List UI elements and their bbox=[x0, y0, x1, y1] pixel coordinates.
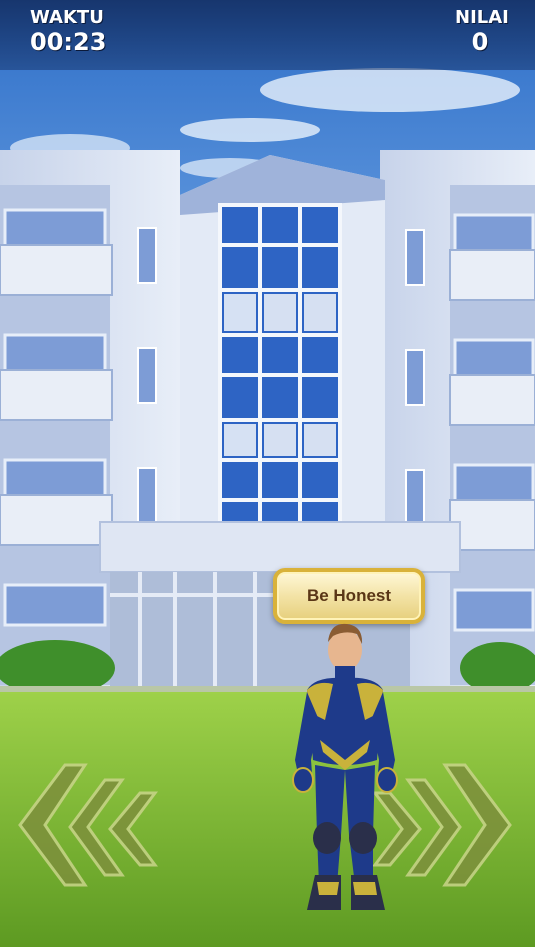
score-value: 0 bbox=[471, 28, 489, 56]
score-label: NILAI bbox=[455, 7, 509, 28]
timer-value: 00:23 bbox=[30, 28, 107, 56]
hero-character bbox=[292, 623, 398, 910]
timer: WAKTU 00:23 bbox=[30, 7, 107, 57]
hud-bar: WAKTU 00:23 NILAI 0 bbox=[0, 0, 535, 70]
timer-label: WAKTU bbox=[30, 7, 104, 28]
be-honest-button[interactable]: Be Honest bbox=[273, 568, 425, 624]
score: NILAI 0 bbox=[455, 7, 509, 57]
chevron-left-triple-icon[interactable] bbox=[10, 755, 160, 895]
